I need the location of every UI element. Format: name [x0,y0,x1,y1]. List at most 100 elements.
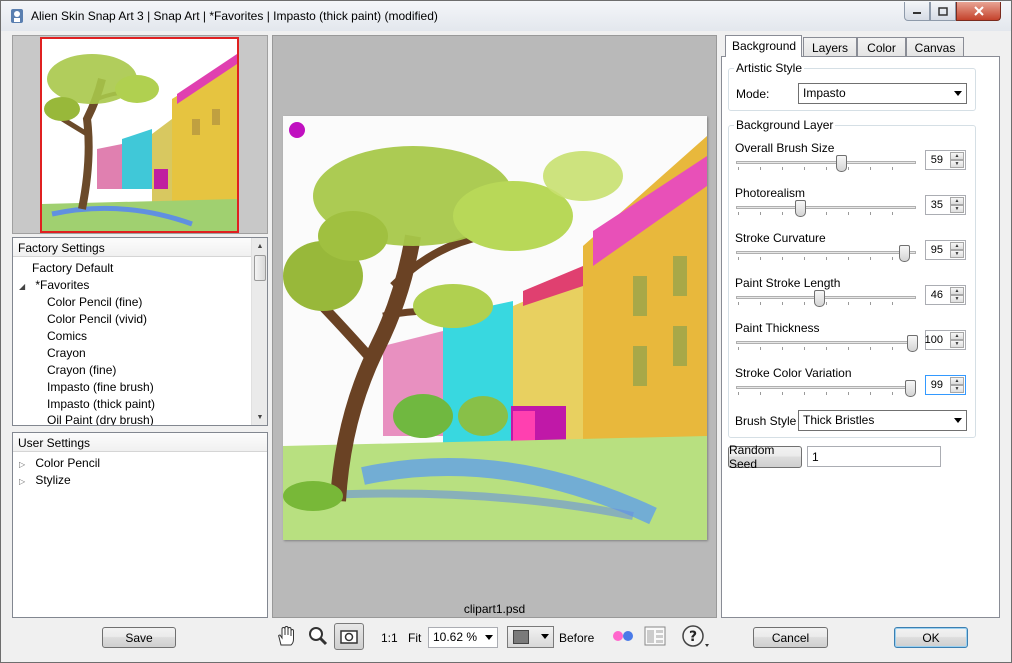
spin-down-icon[interactable]: ▼ [950,340,964,348]
color-picker-dot[interactable] [289,122,305,138]
camera-frame-icon [340,629,358,644]
overall-brush-size-track[interactable] [736,161,916,164]
overall-brush-size-spinner[interactable]: 59 ▲ ▼ [925,150,966,170]
thumbnail-artwork [42,39,237,231]
zoom-1to1-button[interactable]: 1:1 [381,631,398,645]
photorealism-spinner[interactable]: 35 ▲ ▼ [925,195,966,215]
brush-style-select[interactable]: Thick Bristles [798,410,967,431]
paint-stroke-length-spinner[interactable]: 46 ▲ ▼ [925,285,966,305]
paint-thickness-track[interactable] [736,341,916,344]
slider-ticks [738,302,914,305]
cancel-button[interactable]: Cancel [753,627,828,648]
user-settings-header: User Settings [13,433,267,452]
overall-brush-size-slider[interactable] [836,155,847,172]
tab-color[interactable]: Color [857,37,906,57]
photorealism-slider[interactable] [795,200,806,217]
mode-label: Mode: [736,87,770,101]
maximize-button[interactable] [930,2,956,21]
spin-down-icon[interactable]: ▼ [950,160,964,168]
list-item[interactable]: Color Pencil (fine) [47,295,142,312]
preview-artwork [283,116,707,540]
spin-up-icon[interactable]: ▲ [950,242,964,250]
spin-up-icon[interactable]: ▲ [950,197,964,205]
list-item[interactable]: Crayon (fine) [47,363,116,380]
color-swatch [513,630,529,644]
before-toggle[interactable]: Before [559,631,594,645]
title-bar: Alien Skin Snap Art 3 | Snap Art | *Favo… [1,1,1011,31]
list-item[interactable]: Color Pencil (vivid) [47,312,147,329]
zoom-level-select[interactable]: 10.62 % [428,627,498,648]
slider-ticks [738,167,914,170]
list-item[interactable]: Impasto (thick paint) [47,397,155,414]
slider-label: Overall Brush Size [735,141,835,155]
paint-stroke-length-slider[interactable] [814,290,825,307]
stroke-color-variation-spinner[interactable]: 99 ▲ ▼ [925,375,966,395]
tab-background[interactable]: Background [725,35,802,57]
close-button[interactable] [956,2,1001,21]
spin-down-icon[interactable]: ▼ [950,295,964,303]
stroke-color-variation-track[interactable] [736,386,916,389]
zoom-tool-button[interactable] [306,624,330,648]
flickr-icon [613,631,633,641]
stroke-curvature-track[interactable] [736,251,916,254]
window-title: Alien Skin Snap Art 3 | Snap Art | *Favo… [31,9,438,23]
list-item[interactable]: Crayon [47,346,86,363]
background-color-select[interactable] [507,626,554,648]
photorealism-track[interactable] [736,206,916,209]
mode-select[interactable]: Impasto [798,83,967,104]
user-tree-node-color-pencil[interactable]: ▷ Color Pencil [19,456,100,473]
factory-settings-panel: Factory Settings Factory Default ◢ *Favo… [12,237,268,426]
chevron-down-icon [485,635,493,640]
help-button[interactable]: ? [681,624,711,648]
paint-thickness-slider[interactable] [907,335,918,352]
preview-region-button[interactable] [334,623,364,650]
expanded-triangle-icon[interactable]: ◢ [19,282,29,291]
scrollbar-thumb[interactable] [254,255,266,281]
settings-panel: Artistic Style Mode: Impasto Background … [721,56,1000,618]
spin-up-icon[interactable]: ▲ [950,152,964,160]
scroll-up-arrow-icon[interactable]: ▲ [252,238,268,254]
spin-up-icon[interactable]: ▲ [950,332,964,340]
magnifier-icon [309,627,328,646]
chevron-down-icon [954,418,962,423]
minimize-button[interactable] [904,2,930,21]
stroke-curvature-spinner[interactable]: 95 ▲ ▼ [925,240,966,260]
slider-ticks [738,212,914,215]
favorites-tree-node[interactable]: ◢ *Favorites [19,278,89,295]
stroke-color-variation-slider[interactable] [905,380,916,397]
random-seed-input[interactable]: 1 [807,446,941,467]
collapsed-triangle-icon[interactable]: ▷ [19,460,29,469]
list-item[interactable]: Oil Paint (dry brush) [47,413,154,425]
spin-up-icon[interactable]: ▲ [950,377,964,385]
scroll-down-arrow-icon[interactable]: ▼ [252,409,268,425]
user-tree-node-stylize[interactable]: ▷ Stylize [19,473,71,490]
list-item[interactable]: Factory Default [32,261,113,278]
paint-thickness-spinner[interactable]: 100 ▲ ▼ [925,330,966,350]
tab-layers[interactable]: Layers [803,37,857,57]
slider-ticks [738,392,914,395]
navigator-thumbnail[interactable] [12,35,268,234]
flickr-button[interactable] [611,624,635,648]
spin-up-icon[interactable]: ▲ [950,287,964,295]
ok-button[interactable]: OK [894,627,968,648]
zoom-fit-button[interactable]: Fit [408,631,421,645]
artistic-style-legend: Artistic Style [736,61,803,75]
slider-ticks [738,257,914,260]
slider-ticks [738,347,914,350]
random-seed-button[interactable]: Random Seed [728,443,802,471]
layout-button[interactable] [643,624,667,648]
spin-down-icon[interactable]: ▼ [950,385,964,393]
list-item[interactable]: Impasto (fine brush) [47,380,154,397]
tab-canvas[interactable]: Canvas [906,37,964,57]
paint-stroke-length-track[interactable] [736,296,916,299]
collapsed-triangle-icon[interactable]: ▷ [19,477,29,486]
hand-tool-button[interactable] [274,624,298,648]
save-button[interactable]: Save [102,627,176,648]
spin-down-icon[interactable]: ▼ [950,250,964,258]
list-item[interactable]: Comics [47,329,87,346]
stroke-curvature-slider[interactable] [899,245,910,262]
spin-down-icon[interactable]: ▼ [950,205,964,213]
layout-icon [644,626,666,646]
factory-settings-scrollbar[interactable]: ▲ ▼ [251,238,267,425]
preview-pane[interactable]: clipart1.psd [272,35,717,618]
